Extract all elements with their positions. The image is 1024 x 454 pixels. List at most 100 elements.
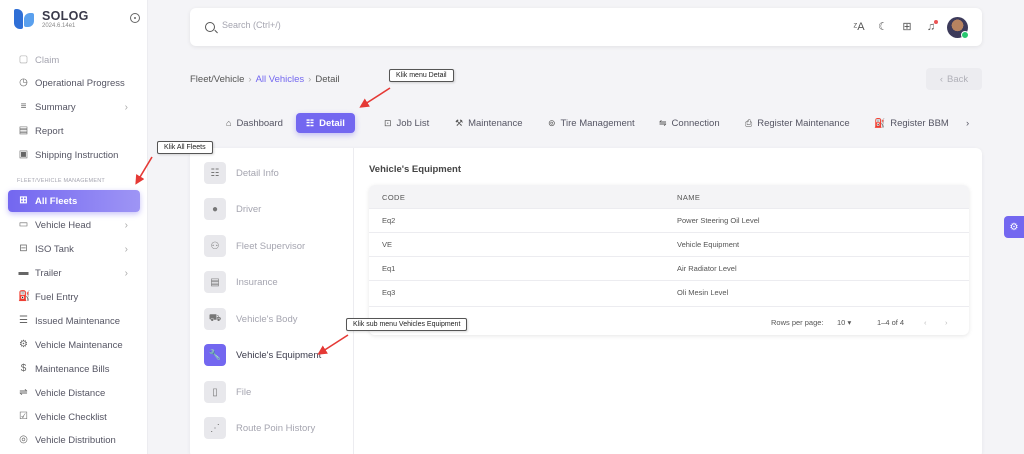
detail-card: ☷ Detail Info ● Driver ⚇ Fleet Supervisor ▤… [190, 148, 982, 454]
cell-name: Power Steering Oil Level [677, 216, 760, 225]
cell-code: Eq1 [382, 264, 396, 273]
sub-item-file[interactable]: ▯ File [204, 381, 251, 403]
breadcrumb-all-vehicles[interactable]: All Vehicles [256, 74, 305, 85]
bill-icon: $ [20, 363, 27, 374]
breadcrumb-current: Detail [315, 74, 340, 85]
column-code[interactable]: CODE [382, 193, 405, 202]
sidebar-item-shipping-instruction[interactable]: ▣ Shipping Instruction [8, 144, 140, 166]
detail-icon: ☷ [306, 117, 315, 128]
arrow-to-detail-tab [359, 87, 391, 108]
sidebar-item-summary[interactable]: ≡ Summary › [8, 96, 140, 118]
cell-code: Eq2 [382, 216, 396, 225]
breadcrumb-root[interactable]: Fleet/Vehicle [190, 74, 244, 85]
avatar[interactable] [947, 17, 969, 39]
shortcuts-icon[interactable]: ⊞ [900, 20, 914, 34]
sub-item-driver[interactable]: ● Driver [204, 198, 261, 220]
tabs-scroll-right[interactable]: › [966, 113, 969, 133]
column-name[interactable]: NAME [677, 193, 700, 202]
report-icon: ▤ [18, 125, 29, 136]
next-page-icon[interactable]: › [945, 318, 948, 327]
notification-dot [934, 20, 938, 24]
distance-icon: ⇌ [19, 387, 28, 398]
bell-icon[interactable]: ♫ [924, 20, 938, 34]
distribution-icon: ◎ [19, 434, 28, 445]
annotation-equipment: Klik sub menu Vehicles Equipment [346, 318, 468, 331]
tab-maintenance[interactable]: ⚒ Maintenance [455, 113, 522, 133]
tab-job-list[interactable]: ⊡ Job List [384, 113, 429, 133]
tab-detail[interactable]: ☷ Detail [296, 113, 355, 133]
sidebar-item-operational-progress[interactable]: ◷ Operational Progress [8, 72, 140, 94]
sidebar-item-vehicle-distribution[interactable]: ◎ Vehicle Distribution [8, 429, 140, 451]
tab-dashboard[interactable]: ⌂ Dashboard [226, 113, 283, 133]
sidebar-item-vehicle-distance[interactable]: ⇌ Vehicle Distance [8, 382, 140, 404]
tab-register-bbm[interactable]: ⛽ Register BBM [874, 113, 949, 133]
app-version: 2024.6.14e1 [42, 23, 76, 29]
sub-item-vehicles-body[interactable]: ⛟ Vehicle's Body [204, 308, 298, 330]
bbm-icon: ⛽ [874, 117, 886, 128]
search-input[interactable] [222, 20, 522, 30]
prev-page-icon[interactable]: ‹ [924, 318, 927, 327]
table-row[interactable]: Eq3 Oli Mesin Level [369, 280, 969, 304]
sidebar-item-issued-maintenance[interactable]: ☰ Issued Maintenance [8, 310, 140, 332]
annotation-detail: Klik menu Detail [389, 69, 454, 82]
sub-item-fleet-supervisor[interactable]: ⚇ Fleet Supervisor [204, 235, 305, 257]
info-icon: ☷ [204, 162, 226, 184]
issued-icon: ☰ [19, 315, 28, 326]
settings-gear-icon[interactable]: ⚙ [1004, 216, 1024, 238]
equipment-title: Vehicle's Equipment [369, 164, 462, 175]
translate-icon[interactable]: ᶻA [852, 20, 866, 34]
theme-icon[interactable]: ☾ [876, 20, 890, 34]
sidebar-item-iso-tank[interactable]: ⊟ ISO Tank › [8, 238, 140, 260]
sidebar-item-trailer[interactable]: ▬ Trailer › [8, 262, 140, 284]
pagination-range: 1–4 of 4 [877, 318, 905, 327]
wrench-icon: 🔧 [204, 344, 226, 366]
search-icon[interactable] [205, 22, 215, 32]
sidebar-item-fuel-entry[interactable]: ⛽ Fuel Entry [8, 286, 140, 308]
sidebar-item-vehicle-head[interactable]: ▭ Vehicle Head › [8, 214, 140, 236]
route-icon: ⋰ [204, 417, 226, 439]
rows-per-page-select[interactable]: 10 ▾ [837, 318, 851, 327]
sidebar-item-claim[interactable]: ▢ Claim [8, 49, 140, 71]
sidebar-item-vehicle-maintenance[interactable]: ⚙ Vehicle Maintenance [8, 334, 140, 356]
tab-register-maintenance[interactable]: ⎙ Register Maintenance [745, 113, 850, 133]
tab-tire-management[interactable]: ⊚ Tire Management [548, 113, 635, 133]
brand[interactable]: SOLOG 2024.6.14e1 [12, 7, 89, 31]
sub-item-insurance[interactable]: ▤ Insurance [204, 271, 278, 293]
tank-icon: ⊟ [19, 243, 28, 254]
sidebar-item-vehicle-checklist[interactable]: ☑ Vehicle Checklist [8, 406, 140, 428]
cell-name: Oli Mesin Level [677, 288, 729, 297]
job-icon: ⊡ [384, 117, 392, 128]
chevron-right-icon: › [124, 243, 128, 255]
truck-icon: ▭ [18, 219, 29, 230]
cell-name: Vehicle Equipment [677, 240, 740, 249]
body-icon: ⛟ [204, 308, 226, 330]
tire-icon: ⊚ [548, 117, 556, 128]
sidebar-item-maintenance-bills[interactable]: $ Maintenance Bills [8, 358, 140, 380]
sidebar-toggle-icon[interactable] [130, 13, 140, 23]
table-row[interactable]: Eq2 Power Steering Oil Level [369, 208, 969, 232]
cell-name: Air Radiator Level [677, 264, 737, 273]
register-icon: ⎙ [745, 117, 753, 128]
equipment-table: CODE NAME Eq2 Power Steering Oil Level V… [369, 185, 969, 335]
home-icon: ⌂ [226, 118, 232, 128]
cell-code: VE [382, 240, 393, 249]
sub-item-route-poin-history[interactable]: ⋰ Route Poin History [204, 417, 315, 439]
chevron-left-icon: ‹ [939, 73, 944, 85]
table-row[interactable]: Eq1 Air Radiator Level [369, 256, 969, 280]
document-icon: ▢ [18, 54, 29, 65]
clock-icon: ◷ [19, 77, 28, 88]
app-name: SOLOG [42, 9, 89, 23]
back-button[interactable]: ‹ Back [926, 68, 982, 90]
sub-item-detail-info[interactable]: ☷ Detail Info [204, 162, 279, 184]
sub-item-vehicles-equipment[interactable]: 🔧 Vehicle's Equipment [204, 344, 321, 366]
sidebar-item-report[interactable]: ▤ Report [8, 120, 140, 142]
fleet-icon: ⊞ [19, 195, 28, 206]
maintenance-icon: ⚒ [455, 117, 464, 128]
sidebar-item-all-fleets[interactable]: ⊞ All Fleets [8, 190, 140, 212]
chevron-right-icon: › [124, 101, 128, 113]
fuel-icon: ⛽ [18, 291, 31, 302]
annotation-all-fleets: Klik All Fleets [157, 141, 213, 154]
tab-connection[interactable]: ⇋ Connection [659, 113, 720, 133]
table-row[interactable]: VE Vehicle Equipment [369, 232, 969, 256]
driver-icon: ● [204, 198, 226, 220]
